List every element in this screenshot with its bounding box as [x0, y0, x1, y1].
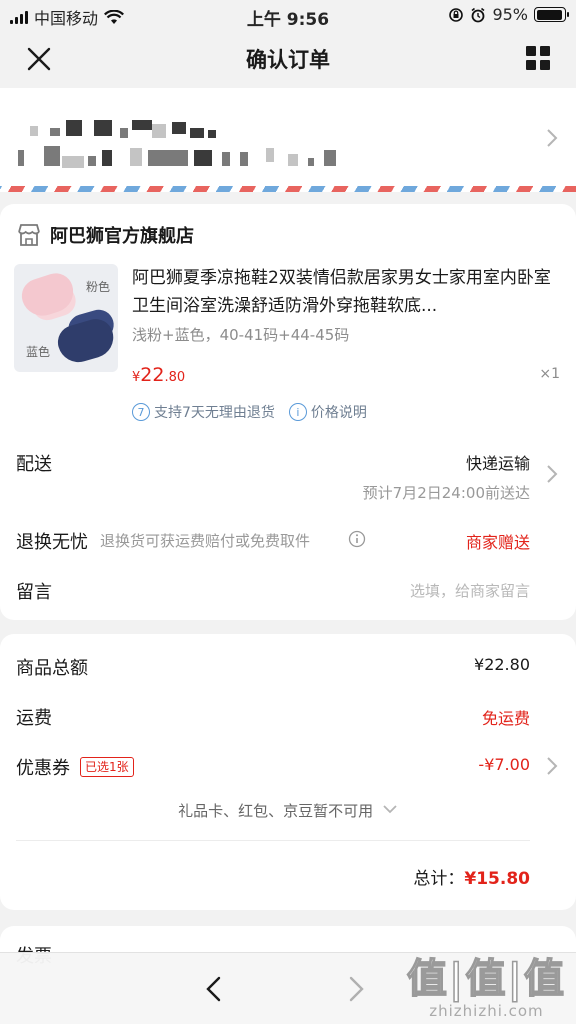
- totals-card: 商品总额 ¥22.80 运费 免运费 优惠券 已选1张 -¥7.00 礼品卡、红包…: [0, 634, 576, 910]
- price-integer: 22: [140, 364, 165, 386]
- order-total: 总计：¥15.80: [413, 864, 530, 889]
- price-decimal: .80: [164, 370, 186, 385]
- coupon-label: 优惠券 已选1张: [16, 754, 134, 780]
- total-value: ¥15.80: [464, 869, 530, 889]
- rotation-lock-icon: [449, 7, 464, 22]
- product-image-slipper: [17, 268, 79, 322]
- chevron-right-icon: [349, 976, 364, 1002]
- product-quantity: ×1: [539, 366, 560, 382]
- forward-button[interactable]: [346, 975, 366, 1007]
- gift-options-label: 礼品卡、红包、京豆暂不可用: [178, 802, 374, 820]
- chevron-right-icon: [547, 129, 558, 147]
- status-right: 95%: [448, 5, 569, 24]
- address-name-blurred: [30, 118, 270, 140]
- seven-days-icon: 7: [132, 403, 150, 421]
- more-menu-button[interactable]: [526, 46, 550, 70]
- airmail-border: [0, 186, 576, 192]
- delivery-method: 快递运输: [465, 454, 530, 473]
- returns-label: 退换无忧: [16, 532, 88, 553]
- chevron-left-icon: [206, 976, 221, 1002]
- returns-value: 商家赠送: [465, 533, 530, 552]
- goods-total-value: ¥22.80: [474, 655, 530, 674]
- info-icon[interactable]: [348, 530, 366, 548]
- total-label: 总计：: [413, 869, 465, 889]
- divider: [16, 840, 530, 841]
- page-title: 确认订单: [246, 48, 330, 72]
- status-bar: 中国移动 上午 9:56 95%: [0, 0, 576, 30]
- bottom-nav-bar: 值|值|值 zhizhizhi.com: [0, 952, 576, 1024]
- grid-icon-cell: [540, 46, 550, 56]
- back-button[interactable]: [204, 975, 224, 1007]
- coupon-label-text: 优惠券: [16, 758, 70, 779]
- message-input[interactable]: 选填，给商家留言: [410, 580, 530, 601]
- coupon-value: -¥7.00: [478, 755, 530, 774]
- watermark-domain: zhizhizhi.com: [429, 1002, 544, 1020]
- shipping-label: 运费: [16, 708, 52, 729]
- address-card[interactable]: [0, 88, 576, 192]
- store-card: 阿巴狮官方旗舰店 粉色 蓝色 阿巴狮夏季凉拖鞋2双装情侣款居家男女士家用室内卧室…: [0, 204, 576, 620]
- tag-seven-day-return[interactable]: 7 支持7天无理由退货: [132, 402, 275, 422]
- tag-label: 支持7天无理由退货: [154, 405, 275, 421]
- nav-header: 确认订单: [0, 30, 576, 88]
- message-label: 留言: [16, 582, 52, 603]
- store-icon: [18, 224, 40, 246]
- coupon-badge: 已选1张: [80, 757, 134, 777]
- gift-options-toggle[interactable]: 礼品卡、红包、京豆暂不可用: [0, 800, 576, 821]
- product-title[interactable]: 阿巴狮夏季凉拖鞋2双装情侣款居家男女士家用室内卧室卫生间浴室洗澡舒适防滑外穿拖鞋…: [132, 264, 560, 320]
- delivery-label: 配送: [16, 454, 52, 475]
- info-icon: i: [288, 403, 307, 421]
- chevron-right-icon: [547, 465, 558, 483]
- store-header[interactable]: 阿巴狮官方旗舰店: [16, 222, 194, 248]
- watermark-logo: 值|值|值: [406, 955, 566, 1003]
- tag-price-info[interactable]: i 价格说明: [288, 402, 367, 422]
- address-detail-blurred: [18, 146, 338, 168]
- grid-icon-cell: [526, 60, 536, 70]
- image-label-blue: 蓝色: [26, 345, 51, 359]
- product-price: ¥22.80: [132, 364, 185, 386]
- shipping-value: 免运费: [481, 709, 530, 728]
- grid-icon: [526, 46, 536, 56]
- chevron-down-icon: [383, 805, 397, 814]
- battery-level: [536, 9, 563, 20]
- product-image[interactable]: 粉色 蓝色: [14, 264, 118, 372]
- grid-icon-cell: [540, 60, 550, 70]
- store-name: 阿巴狮官方旗舰店: [50, 226, 194, 247]
- goods-total-label: 商品总额: [16, 658, 88, 679]
- product-spec: 浅粉+蓝色，40-41码+44-45码: [132, 326, 350, 344]
- service-tags: 7 支持7天无理由退货 i 价格说明: [132, 402, 367, 422]
- chevron-right-icon: [547, 757, 558, 775]
- alarm-icon: [471, 7, 485, 22]
- tag-label: 价格说明: [310, 405, 367, 421]
- battery-percent: 95%: [492, 5, 528, 24]
- delivery-eta: 预计7月2日24:00前送达: [362, 484, 530, 502]
- returns-desc: 退换货可获运费赔付或免费取件: [100, 532, 311, 550]
- battery-icon: [534, 7, 569, 22]
- image-label-pink: 粉色: [85, 280, 110, 294]
- watermark: 值|值|值 zhizhizhi.com: [406, 955, 566, 1020]
